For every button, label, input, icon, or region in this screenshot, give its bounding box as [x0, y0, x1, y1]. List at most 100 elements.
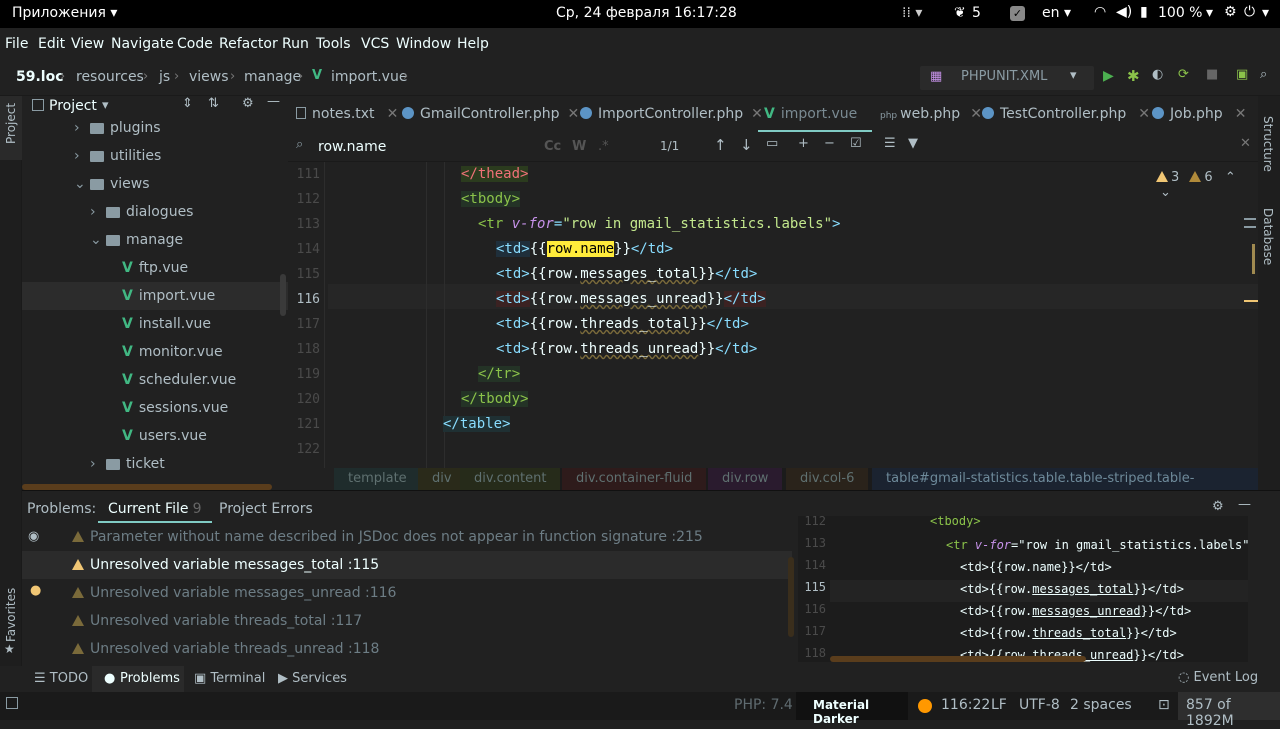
code-area[interactable]: </thead> <tbody> <tr v-for="row in gmail…: [288, 162, 1218, 468]
keyboard-layout[interactable]: en ▾: [1042, 5, 1071, 21]
structure-tool-label[interactable]: Structure: [1261, 116, 1275, 172]
tool-terminal[interactable]: ▣ Terminal: [194, 671, 265, 686]
search-everywhere-icon[interactable]: ⌕: [1260, 67, 1267, 82]
menu-vcs[interactable]: VCS: [361, 36, 389, 52]
caret-position[interactable]: 116:22: [941, 697, 990, 713]
add-occurrence-icon[interactable]: +: [798, 136, 809, 151]
indent-setting[interactable]: 2 spaces: [1070, 697, 1132, 713]
select-occurrences-icon[interactable]: ☑: [850, 136, 862, 151]
collapse-all-icon[interactable]: ⇅: [208, 96, 219, 111]
tool-services[interactable]: ▶ Services: [278, 671, 347, 686]
problem-row[interactable]: Unresolved variable threads_unread :118: [22, 635, 792, 663]
tool-problems[interactable]: ● Problems: [92, 666, 184, 692]
problem-row[interactable]: Unresolved variable threads_total :117: [22, 607, 792, 635]
nav-crumb-manage[interactable]: manage: [244, 69, 301, 85]
nav-crumb-resources[interactable]: resources: [76, 69, 144, 85]
menu-tools[interactable]: Tools: [316, 36, 351, 52]
problem-row[interactable]: Unresolved variable messages_unread :116: [22, 579, 792, 607]
expand-all-icon[interactable]: ⇕: [182, 96, 193, 111]
regex-toggle[interactable]: .*: [598, 139, 609, 154]
tree-file[interactable]: Vinstall.vue: [22, 310, 288, 338]
tree-file[interactable]: Vsessions.vue: [22, 394, 288, 422]
tree-folder[interactable]: › ticket: [22, 450, 288, 478]
tab-notes[interactable]: notes.txt ✕: [296, 96, 398, 132]
tree-file[interactable]: Vscheduler.vue: [22, 366, 288, 394]
menu-window[interactable]: Window: [396, 36, 451, 52]
arrow-down-icon[interactable]: ↓: [740, 136, 753, 154]
database-tool-label[interactable]: Database: [1261, 208, 1275, 265]
run-config-select[interactable]: ▦ PHPUNIT.XML ▾: [920, 66, 1094, 90]
tool-todo[interactable]: ☰ TODO: [34, 671, 88, 686]
problems-scrollbar[interactable]: [788, 557, 794, 637]
preview-scrollbar[interactable]: [830, 656, 1086, 662]
close-icon[interactable]: ✕: [970, 106, 982, 122]
project-scrollbar[interactable]: [280, 274, 286, 316]
filter-options-icon[interactable]: ☰: [884, 136, 896, 151]
settings-icon[interactable]: ⚙: [1224, 4, 1237, 20]
tree-file[interactable]: Vusers.vue: [22, 422, 288, 450]
menu-help[interactable]: Help: [457, 36, 489, 52]
run-icon[interactable]: ▶: [1103, 68, 1114, 84]
menu-file[interactable]: File: [5, 36, 28, 52]
problem-row[interactable]: Parameter without name described in JSDo…: [22, 523, 792, 551]
status-dot-icon[interactable]: [918, 699, 932, 713]
arrow-up-icon[interactable]: ↑: [714, 136, 727, 154]
menu-refactor[interactable]: Refactor: [219, 36, 278, 52]
warning-stripe[interactable]: [1252, 244, 1255, 274]
gear-icon[interactable]: ⚙: [1212, 499, 1224, 514]
nav-crumb-file[interactable]: import.vue: [331, 69, 407, 85]
whole-words-toggle[interactable]: W: [572, 139, 586, 154]
tree-file[interactable]: Vimport.vue: [22, 282, 288, 310]
theme-indicator[interactable]: Material Darker: [796, 692, 908, 726]
chevron-up-icon[interactable]: ⌃: [1225, 170, 1236, 185]
line-separator[interactable]: LF: [991, 697, 1007, 713]
crumb-div[interactable]: div: [418, 468, 466, 490]
tab-current-file[interactable]: Current File 9: [98, 495, 212, 523]
crumb-div-content[interactable]: div.content: [460, 468, 561, 490]
file-encoding[interactable]: UTF-8: [1019, 697, 1060, 713]
tree-folder[interactable]: › plugins: [22, 114, 288, 142]
memory-indicator[interactable]: 857 of 1892M: [1178, 692, 1280, 729]
nav-crumb-root[interactable]: 59.loc: [16, 69, 64, 85]
debug-icon[interactable]: ✱: [1127, 67, 1140, 85]
gear-icon[interactable]: ⚙: [242, 96, 254, 111]
leaf-icon[interactable]: ❦: [954, 5, 966, 21]
menu-navigate[interactable]: Navigate: [111, 36, 174, 52]
nav-crumb-js[interactable]: js: [159, 69, 170, 85]
tab-web-php[interactable]: php web.php ✕: [880, 96, 982, 132]
tab-importcontroller[interactable]: ImportController.php ✕: [580, 96, 763, 132]
nav-crumb-views[interactable]: views: [189, 69, 229, 85]
tree-folder[interactable]: ⌄ manage: [22, 226, 288, 254]
lock-icon[interactable]: ⊡: [1158, 697, 1170, 713]
menu-run[interactable]: Run: [282, 36, 309, 52]
chevron-down-icon[interactable]: ⌄: [74, 170, 86, 198]
match-case-toggle[interactable]: Cc: [544, 139, 561, 154]
project-panel-title[interactable]: Project: [49, 98, 97, 114]
apps-menu[interactable]: Приложения ▾: [12, 5, 117, 21]
menu-view[interactable]: View: [71, 36, 104, 52]
remove-occurrence-icon[interactable]: −: [824, 136, 835, 151]
menu-edit[interactable]: Edit: [38, 36, 65, 52]
coverage-icon[interactable]: ◐: [1152, 67, 1163, 82]
tab-testcontroller[interactable]: TestController.php ✕: [982, 96, 1150, 132]
tool-event-log[interactable]: ◌ Event Log: [1178, 670, 1258, 685]
crumb-template[interactable]: template: [334, 468, 421, 490]
search-input[interactable]: row.name: [318, 139, 386, 155]
close-icon[interactable]: ✕: [1138, 106, 1150, 122]
terminal-icon[interactable]: ▣: [1236, 67, 1248, 82]
chevron-down-icon[interactable]: ▾: [102, 98, 109, 113]
minimize-icon[interactable]: —: [1238, 497, 1251, 512]
tree-file[interactable]: Vmonitor.vue: [22, 338, 288, 366]
select-all-icon[interactable]: ▭: [766, 136, 778, 151]
filter-icon[interactable]: ▼: [908, 136, 918, 151]
crumb-div-col[interactable]: div.col-6: [786, 468, 869, 490]
tree-folder[interactable]: ⌄ views: [22, 170, 288, 198]
layout-icon[interactable]: [6, 697, 18, 709]
close-icon[interactable]: ✕: [1235, 106, 1247, 122]
close-icon[interactable]: ✕: [387, 106, 399, 122]
profile-icon[interactable]: ⟳: [1178, 67, 1189, 82]
close-icon[interactable]: ✕: [1240, 136, 1251, 151]
power-icon[interactable]: ⏻: [1244, 4, 1255, 20]
battery-icon[interactable]: ▮: [1140, 4, 1148, 20]
chevron-right-icon[interactable]: ›: [90, 450, 96, 478]
